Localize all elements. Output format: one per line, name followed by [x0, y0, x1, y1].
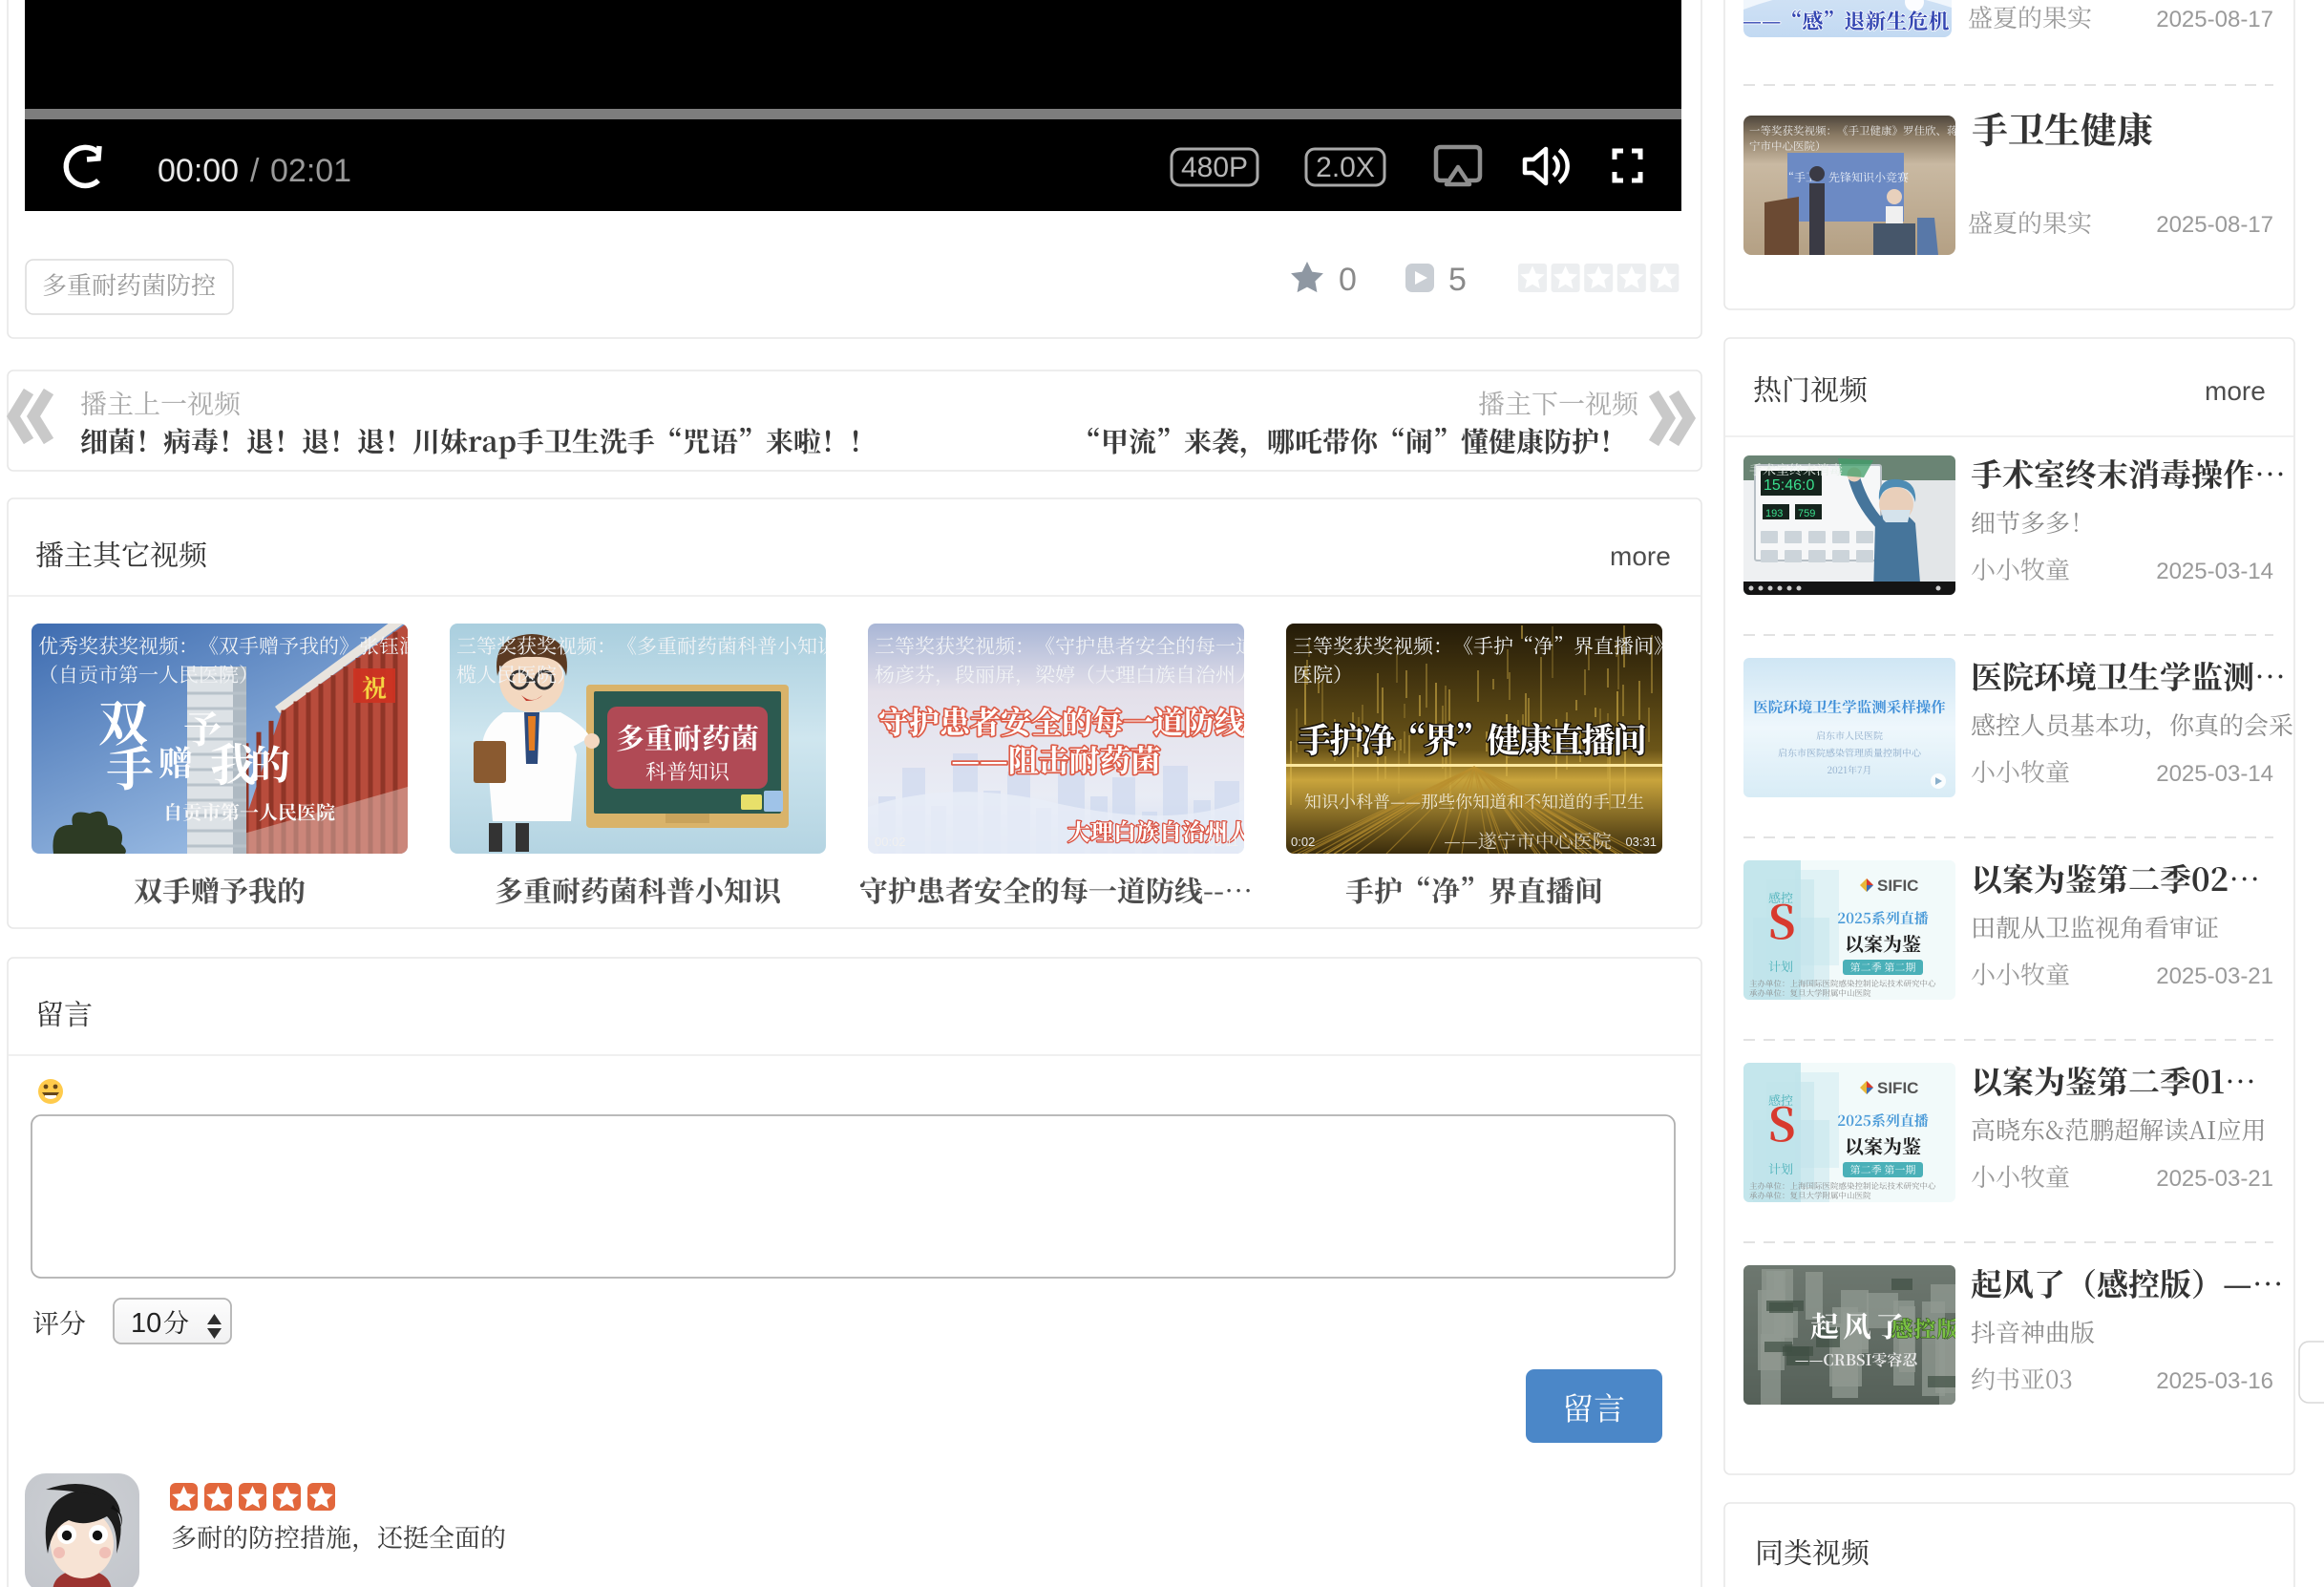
svg-text:SIFIC: SIFIC	[1877, 877, 1918, 895]
svg-text:5: 5	[1448, 262, 1467, 298]
svg-text:02:11: 02:11	[1208, 835, 1238, 849]
svg-text:480P: 480P	[1181, 152, 1248, 183]
svg-text:00:00: 00:00	[158, 153, 239, 189]
svg-text:2.0X: 2.0X	[1316, 152, 1375, 183]
svg-text:00:02: 00:02	[875, 835, 906, 849]
svg-text:2025-03-16: 2025-03-16	[2156, 1368, 2273, 1394]
svg-text:more: more	[2205, 376, 2266, 406]
svg-text:2025-03-21: 2025-03-21	[2156, 1166, 2273, 1192]
svg-text:10: 10	[131, 1308, 161, 1339]
svg-text:2025-03-14: 2025-03-14	[2156, 761, 2273, 787]
svg-text:0: 0	[1339, 262, 1357, 298]
svg-text:759: 759	[1798, 508, 1815, 519]
svg-text:2025-03-14: 2025-03-14	[2156, 559, 2273, 584]
svg-text:0:02: 0:02	[1291, 835, 1315, 849]
svg-text:more: more	[1610, 541, 1671, 571]
svg-text:2025-03-21: 2025-03-21	[2156, 963, 2273, 989]
svg-text:2025-08-17: 2025-08-17	[2156, 7, 2273, 32]
svg-text:193: 193	[1765, 508, 1783, 519]
svg-text:/: /	[250, 153, 260, 189]
svg-text:03:31: 03:31	[1625, 835, 1657, 849]
svg-text:02:01: 02:01	[270, 153, 351, 189]
svg-text:SIFIC: SIFIC	[1877, 1079, 1918, 1097]
svg-text:15:46:0: 15:46:0	[1764, 477, 1814, 494]
svg-text:2025-08-17: 2025-08-17	[2156, 212, 2273, 238]
